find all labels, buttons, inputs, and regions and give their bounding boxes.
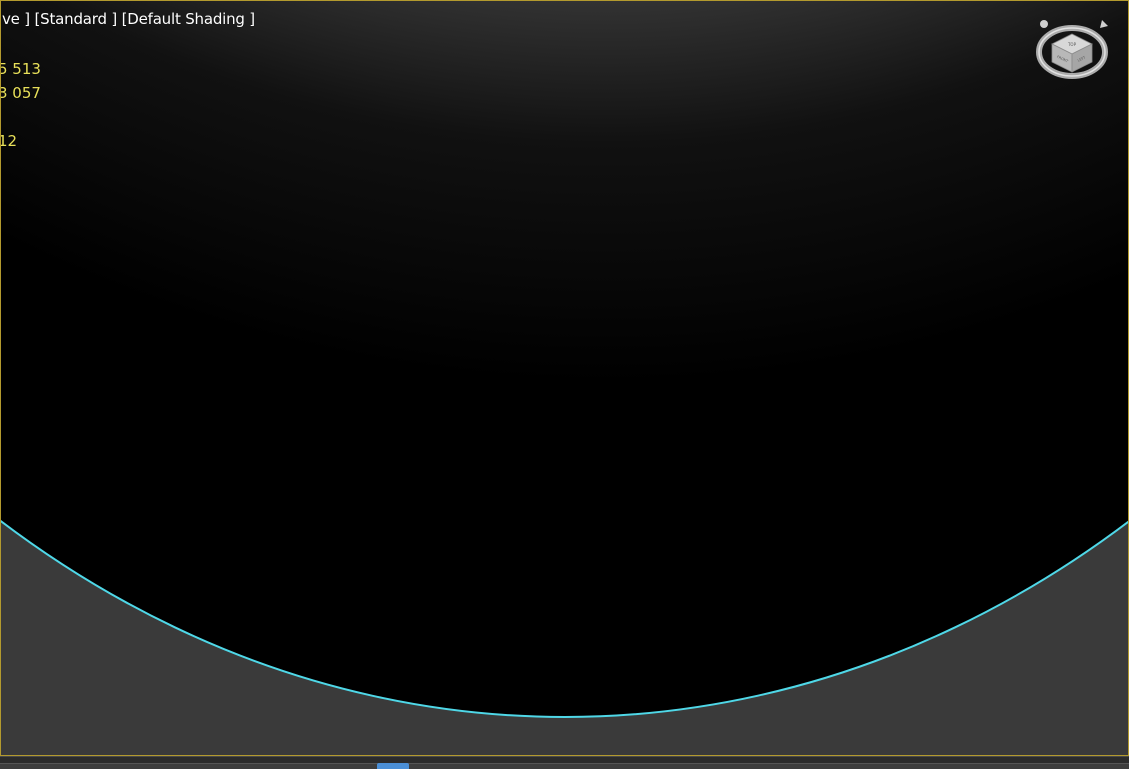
stats-line: 12 bbox=[0, 132, 18, 150]
viewcube-top-face[interactable]: TOP bbox=[1067, 42, 1077, 47]
time-slider-thumb[interactable] bbox=[377, 763, 409, 769]
stats-line: 3 057 bbox=[0, 84, 41, 102]
time-slider-track[interactable] bbox=[0, 763, 1129, 769]
stats-line: l bbox=[0, 36, 3, 54]
viewcube-north-marker[interactable] bbox=[1100, 20, 1108, 28]
stats-line: 5 513 bbox=[0, 60, 41, 78]
viewport-shading-menu[interactable]: [Default Shading ] bbox=[122, 10, 256, 28]
viewport-scene[interactable] bbox=[0, 0, 1129, 756]
stats-line bbox=[0, 105, 41, 129]
time-slider-bar[interactable] bbox=[0, 756, 1129, 769]
viewport-label: ive ] [Standard ] [Default Shading ] bbox=[0, 7, 255, 31]
perspective-viewport[interactable]: ive ] [Standard ] [Default Shading ] l 5… bbox=[0, 0, 1129, 756]
viewport-view-menu[interactable]: ive ] bbox=[0, 10, 30, 28]
viewcube-cube[interactable]: TOP FRONT LEFT bbox=[1051, 33, 1093, 73]
viewport-camera-menu[interactable]: [Standard ] bbox=[34, 10, 117, 28]
viewport-statistics: l 5 513 3 057 12 bbox=[0, 33, 41, 153]
viewcube[interactable]: TOP FRONT LEFT bbox=[1032, 14, 1114, 86]
viewcube-south-marker[interactable] bbox=[1040, 20, 1048, 28]
